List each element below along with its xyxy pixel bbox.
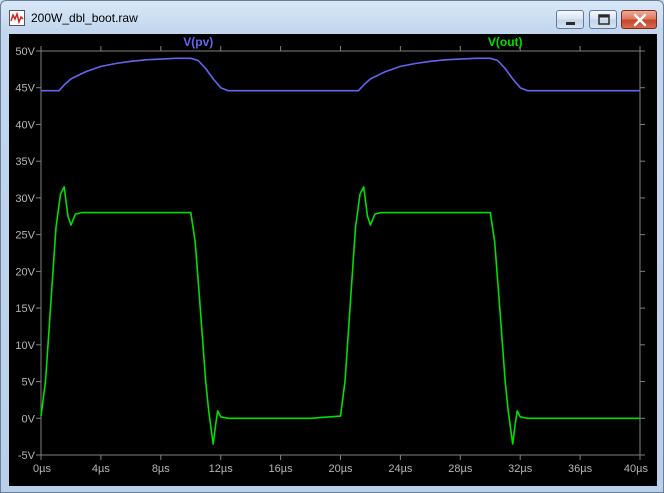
window-title: 200W_dbl_boot.raw	[31, 11, 138, 25]
y-tick-label: 25V	[15, 230, 35, 242]
y-tick-label: 45V	[15, 83, 35, 95]
x-tick-label: 0µs	[33, 463, 51, 475]
close-icon	[633, 13, 647, 27]
title-bar[interactable]: 200W_dbl_boot.raw	[1, 1, 663, 33]
y-tick-label: 15V	[15, 303, 35, 315]
minimize-icon	[566, 22, 575, 25]
y-tick-label: 0V	[22, 413, 36, 425]
y-tick-label: 40V	[15, 119, 35, 131]
waveform-viewer-window: 200W_dbl_boot.raw 50V 45V 40V 35V 30V 25V 20V 1…	[0, 0, 664, 493]
maximize-icon	[598, 14, 610, 25]
minimize-button[interactable]	[556, 10, 584, 29]
x-tick-label: 32µs	[508, 463, 533, 475]
y-tick-label: 5V	[22, 377, 36, 389]
y-tick-label: 10V	[15, 340, 35, 352]
y-tick-label: 50V	[15, 46, 35, 58]
y-tick-label: 30V	[15, 193, 35, 205]
y-tick-label: -5V	[18, 450, 36, 462]
series-line-v-pv-[interactable]	[41, 57, 640, 92]
x-tick-label: 4µs	[92, 463, 110, 475]
x-tick-label: 12µs	[209, 463, 234, 475]
plot-border	[40, 50, 641, 456]
x-tick-label: 40µs	[624, 463, 649, 475]
waveform-chart[interactable]: 50V 45V 40V 35V 30V 25V 20V 15V 10V 5V 0V -5V0µs 4µs…	[9, 34, 657, 486]
series-line-v-out-[interactable]	[40, 186, 640, 445]
x-tick-label: 24µs	[388, 463, 413, 475]
legend-label-v-pv-[interactable]: V(pv)	[183, 35, 213, 49]
close-button[interactable]	[621, 10, 657, 29]
y-tick-label: 20V	[15, 266, 35, 278]
x-tick-label: 36µs	[568, 463, 593, 475]
plot-area[interactable]: 50V 45V 40V 35V 30V 25V 20V 15V 10V 5V 0V -5V 0µs 4µs…	[9, 34, 657, 486]
x-tick-label: 16µs	[269, 463, 294, 475]
y-tick-label: 35V	[15, 156, 35, 168]
x-tick-label: 28µs	[448, 463, 473, 475]
x-tick-label: 8µs	[152, 463, 170, 475]
waveform-icon	[9, 10, 25, 26]
x-tick-label: 20µs	[328, 463, 353, 475]
maximize-button[interactable]	[589, 10, 617, 29]
legend-label-v-out-[interactable]: V(out)	[488, 35, 523, 49]
